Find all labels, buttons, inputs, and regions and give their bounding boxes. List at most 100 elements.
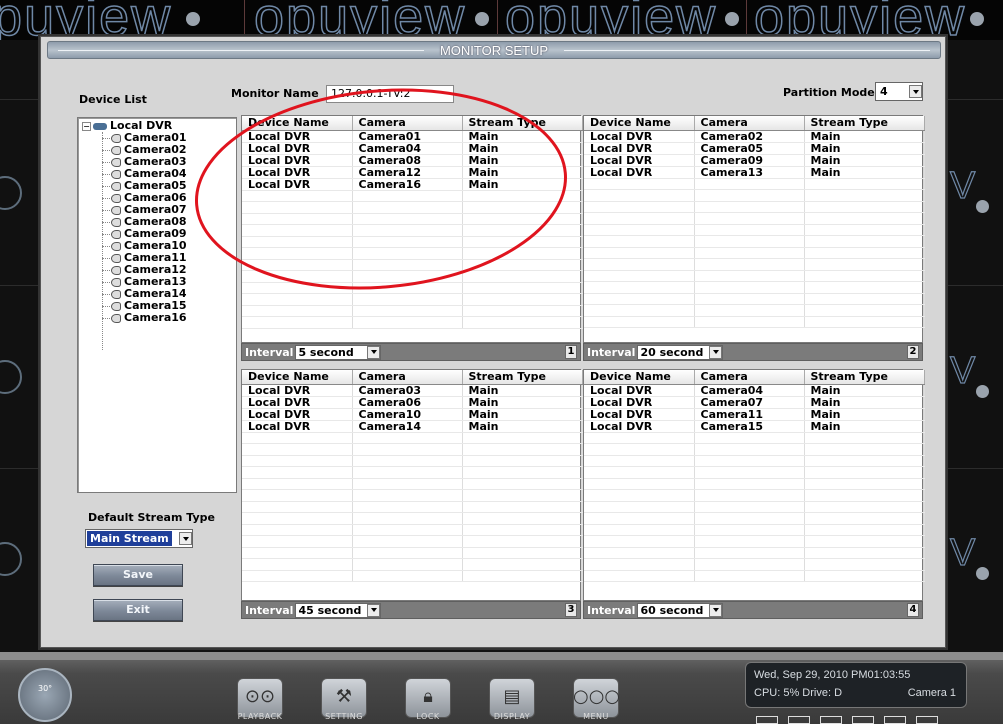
interval-select[interactable]: 60 second <box>637 602 724 618</box>
table-row[interactable]: Local DVR Camera05 Main <box>584 142 925 155</box>
empty-row <box>242 432 583 444</box>
save-button[interactable]: Save <box>93 564 183 586</box>
empty-row <box>242 501 583 513</box>
empty-row <box>584 212 925 225</box>
camera-table: Device Name Camera Stream Type Local DVR… <box>242 370 583 582</box>
brand-badge-icon <box>976 200 989 213</box>
partition-panel-2[interactable]: Device Name Camera Stream Type Local DVR… <box>583 115 925 343</box>
camera-table: Device Name Camera Stream Type Local DVR… <box>584 370 925 582</box>
menu-icon: ○○○ <box>573 686 621 707</box>
empty-row <box>584 270 925 282</box>
camera-icon <box>111 145 121 155</box>
empty-row <box>584 489 925 502</box>
chevron-down-icon[interactable] <box>709 345 723 359</box>
camera-icon <box>111 193 121 203</box>
layout-36-icon[interactable] <box>916 716 938 724</box>
layout-16-icon[interactable] <box>852 716 874 724</box>
interval-select[interactable]: 20 second <box>637 344 724 360</box>
column-header[interactable]: Camera <box>694 116 805 131</box>
camera-icon <box>111 169 121 179</box>
column-header[interactable]: Camera <box>694 370 805 385</box>
table-row[interactable]: Local DVR Camera11 Main <box>584 408 925 421</box>
empty-row <box>584 535 925 548</box>
empty-row <box>242 524 583 536</box>
dvr-icon <box>93 122 107 130</box>
layout-4-icon[interactable] <box>788 716 810 724</box>
interval-bar-3: Interval 45 second 3 <box>241 601 581 619</box>
table-row[interactable]: Local DVR Camera06 Main <box>242 396 583 409</box>
table-row[interactable]: Local DVR Camera04 Main <box>584 384 925 397</box>
empty-row <box>584 512 925 525</box>
camera-icon <box>111 181 121 191</box>
partition-panel-3[interactable]: Device Name Camera Stream Type Local DVR… <box>241 369 583 601</box>
empty-row <box>584 281 925 294</box>
camera-icon <box>111 217 121 227</box>
column-header[interactable]: Stream Type <box>804 116 925 131</box>
default-stream-select[interactable]: Main Stream <box>85 529 193 548</box>
panel-number: 4 <box>907 603 919 617</box>
camera-icon <box>111 289 121 299</box>
column-header[interactable]: Device Name <box>584 116 695 131</box>
brand-badge-icon <box>970 12 984 26</box>
partition-mode-select[interactable]: 4 <box>875 82 923 101</box>
column-header[interactable]: Stream Type <box>462 370 583 385</box>
display-label: DISPLAY <box>493 712 531 721</box>
brand-badge-icon <box>976 385 989 398</box>
ptz-label: 30° <box>38 684 53 693</box>
ptz-control[interactable] <box>18 668 72 722</box>
chevron-down-icon[interactable] <box>367 603 381 617</box>
interval-label: Interval <box>587 603 636 617</box>
interval-value: 45 second <box>298 603 362 617</box>
brand-fragment-icon: V <box>949 349 976 392</box>
empty-row <box>584 247 925 259</box>
brand-fragment-icon <box>0 176 22 210</box>
interval-label: Interval <box>245 603 294 617</box>
table-row[interactable]: Local DVR Camera07 Main <box>584 396 925 409</box>
empty-row <box>242 535 583 548</box>
camera-icon <box>111 301 121 311</box>
interval-select[interactable]: 45 second <box>295 602 382 618</box>
empty-row <box>584 432 925 444</box>
brand-fragment-icon <box>0 542 22 576</box>
empty-row <box>584 466 925 479</box>
camera-icon <box>111 133 121 143</box>
column-header[interactable]: Device Name <box>242 370 353 385</box>
chevron-down-icon[interactable] <box>909 85 922 98</box>
collapse-icon[interactable]: − <box>82 121 91 131</box>
camera-icon <box>111 313 121 323</box>
interval-value: 20 second <box>640 345 704 359</box>
column-header[interactable]: Device Name <box>584 370 695 385</box>
default-stream-type-label: Default Stream Type <box>88 511 215 524</box>
empty-row <box>584 558 925 571</box>
partition-panel-4[interactable]: Device Name Camera Stream Type Local DVR… <box>583 369 925 601</box>
table-row[interactable]: Local DVR Camera09 Main <box>584 154 925 167</box>
empty-row <box>584 570 925 582</box>
tree-item-camera16[interactable]: Camera16 <box>102 312 187 324</box>
layout-1-icon[interactable] <box>756 716 778 724</box>
table-row[interactable]: Local DVR Camera10 Main <box>242 408 583 421</box>
column-header[interactable]: Stream Type <box>804 370 925 385</box>
table-row[interactable]: Local DVR Camera03 Main <box>242 384 583 397</box>
table-row[interactable]: Local DVR Camera02 Main <box>584 130 925 143</box>
chevron-down-icon[interactable] <box>367 345 381 359</box>
column-header[interactable]: Camera <box>352 370 463 385</box>
interval-select[interactable]: 5 second <box>295 344 382 360</box>
layout-9-icon[interactable] <box>820 716 842 724</box>
empty-row <box>584 316 925 328</box>
dialog-title: MONITOR SETUP <box>439 43 549 58</box>
chevron-down-icon[interactable] <box>179 532 192 545</box>
interval-bar-2: Interval 20 second 2 <box>583 343 923 361</box>
title-bar[interactable]: MONITOR SETUP <box>47 41 941 59</box>
exit-button[interactable]: Exit <box>93 599 183 621</box>
empty-row <box>584 501 925 513</box>
camera-icon <box>111 265 121 275</box>
layout-25-icon[interactable] <box>884 716 906 724</box>
table-row[interactable]: Local DVR Camera14 Main <box>242 420 583 433</box>
empty-row <box>242 558 583 571</box>
chevron-down-icon[interactable] <box>709 603 723 617</box>
brand-fragment-icon: V <box>949 531 976 574</box>
table-row[interactable]: Local DVR Camera15 Main <box>584 420 925 433</box>
table-row[interactable]: Local DVR Camera13 Main <box>584 166 925 179</box>
camera-icon <box>111 241 121 251</box>
lock-label: LOCK <box>416 712 440 721</box>
